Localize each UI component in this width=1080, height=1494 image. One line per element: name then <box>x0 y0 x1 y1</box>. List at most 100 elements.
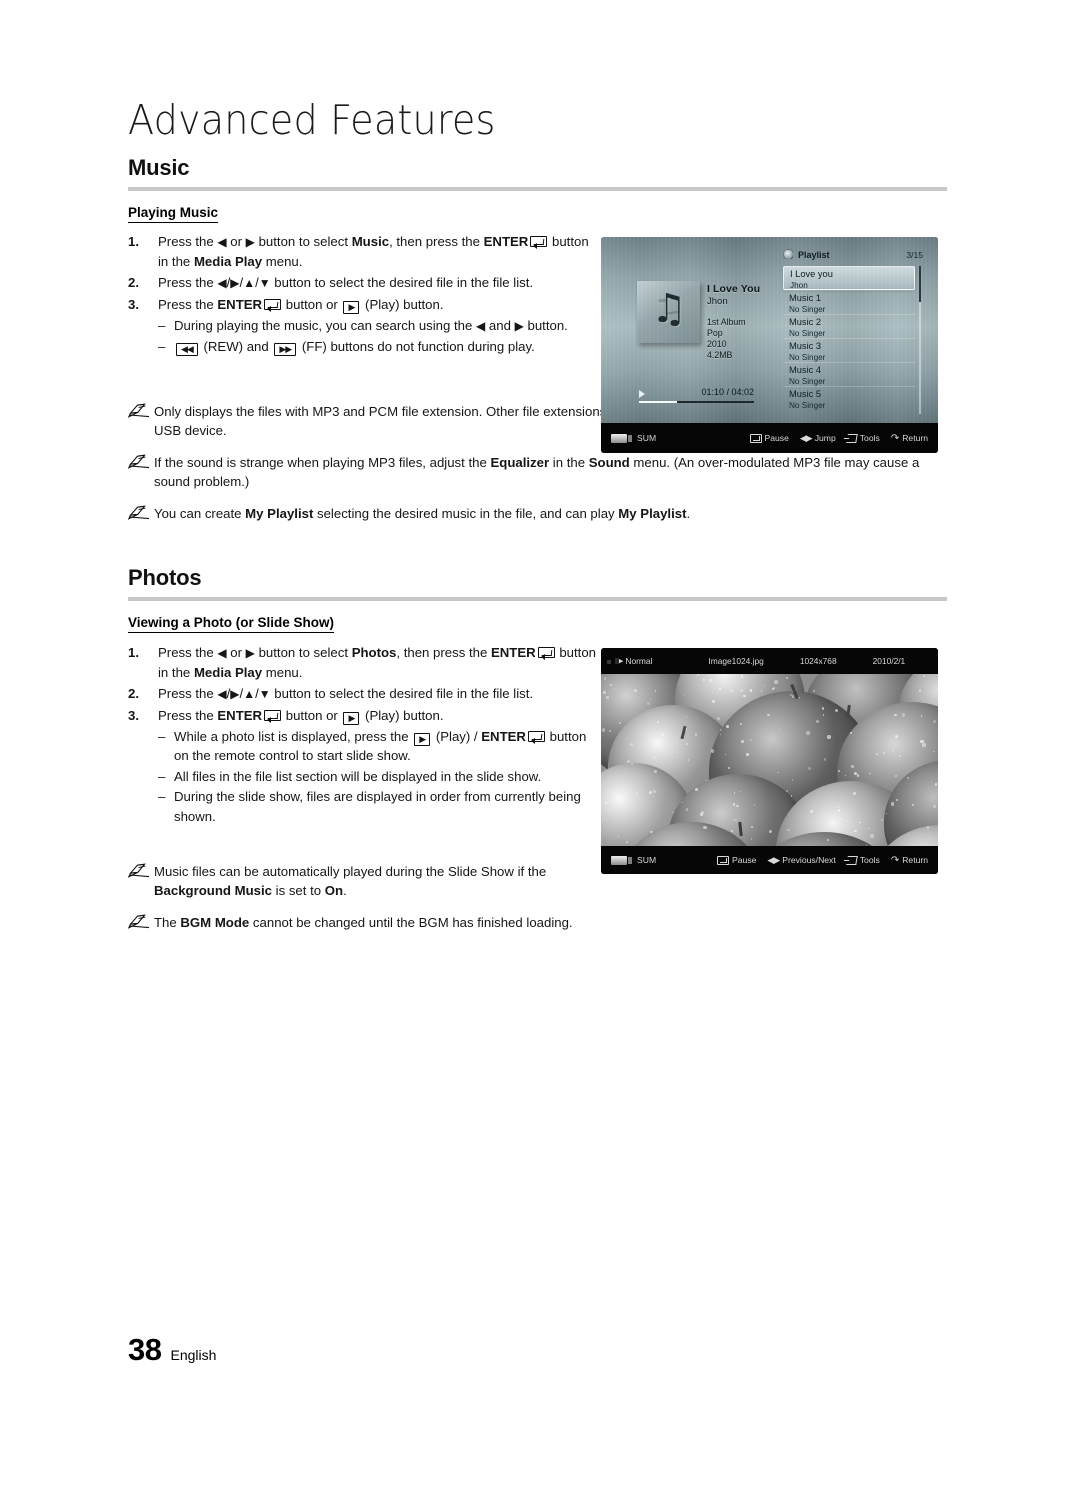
progress-bar[interactable] <box>639 401 754 403</box>
bar-action[interactable]: ◀▶ Jump <box>800 433 836 444</box>
pencil-note-icon <box>128 403 150 418</box>
note-item: If the sound is strange when playing MP3… <box>128 453 948 492</box>
step-number: 3. <box>128 296 139 312</box>
playlist-item-artist: Jhon <box>790 281 808 290</box>
usb-source-label: SUM <box>637 855 657 865</box>
playlist-label: Playlist <box>798 249 830 260</box>
water-droplet <box>654 770 657 773</box>
note-text: Music files can be automatically played … <box>154 864 547 899</box>
water-droplet <box>807 766 811 770</box>
bar-action-label: Pause <box>732 855 757 865</box>
water-droplet <box>676 751 678 753</box>
page-footer: 38 English <box>128 1332 216 1368</box>
enter-icon <box>717 855 730 865</box>
water-droplet <box>898 755 901 757</box>
photo-image <box>601 674 938 846</box>
bar-action[interactable]: Tools <box>845 855 880 865</box>
sub-bullet-text: During the slide show, files are display… <box>174 789 581 824</box>
bar-action[interactable]: Pause <box>717 855 756 865</box>
emphasis: ENTER <box>217 707 263 723</box>
play-key-icon: ▶ <box>414 733 431 747</box>
water-droplet <box>710 749 715 753</box>
water-droplet <box>791 795 793 797</box>
photo-steps-list: 1. Press the ◀ or ▶ button to select Phot… <box>128 643 598 827</box>
enter-key-icon <box>530 236 548 250</box>
instruction-step: 3. Press the ENTER button or ▶ (Play) but… <box>128 706 598 725</box>
note-item: The BGM Mode cannot be changed until the… <box>128 913 598 932</box>
enter-key-icon <box>527 731 545 745</box>
section-divider-photos <box>128 597 947 601</box>
bar-action[interactable]: Tools <box>845 433 880 443</box>
note-text: The BGM Mode cannot be changed until the… <box>154 914 573 930</box>
water-droplet <box>626 759 630 763</box>
playlist-item-artist: No Singer <box>789 329 826 338</box>
bar-action[interactable]: Pause <box>749 433 789 443</box>
water-droplet <box>837 809 841 812</box>
bar-action[interactable]: ↷ Return <box>891 855 928 866</box>
water-droplet <box>720 713 723 715</box>
playlist-item[interactable]: Music 3 No Singer <box>783 338 915 362</box>
playlist-item[interactable]: Music 5 No Singer <box>783 386 915 410</box>
return-icon: ↷ <box>890 854 900 866</box>
sub-bullet: – During playing the music, you can searc… <box>158 316 598 336</box>
rewind-key-icon: ◀◀ <box>176 342 198 356</box>
step-text: Press the ◀/▶/▲/▼ button to select the d… <box>158 686 534 702</box>
music-stage: ♫ ♫ I Love You Jhon 1st Album Pop 2010 4… <box>601 237 938 423</box>
sub-bullet-text: While a photo list is displayed, press t… <box>174 729 587 764</box>
music-note-reflection-icon: ♫ <box>651 293 687 319</box>
tools-icon <box>845 433 858 443</box>
water-droplet <box>933 750 935 753</box>
water-droplet <box>870 834 874 838</box>
music-bar-actions: Pause ◀▶ Jump Tools ↷ Return <box>749 433 928 444</box>
water-droplet <box>605 802 607 804</box>
emphasis: ENTER <box>490 645 536 660</box>
play-indicator-icon <box>639 390 645 398</box>
photo-date: 2010/2/1 <box>872 656 906 666</box>
water-droplet <box>719 729 722 731</box>
playlist-item[interactable]: Music 4 No Singer <box>783 362 915 386</box>
sub-bullet: – All files in the file list section will… <box>158 767 598 786</box>
emphasis: My Playlist <box>618 505 687 521</box>
photo-notes-list: Music files can be automatically played … <box>128 862 598 944</box>
emphasis: Media Play <box>193 664 263 680</box>
arrow-left-icon: ◀ <box>217 646 227 660</box>
bar-action[interactable]: ↷ Return <box>891 433 928 444</box>
music-player-screenshot: ♫ ♫ I Love You Jhon 1st Album Pop 2010 4… <box>601 237 938 453</box>
playlist-item-title: Music 2 <box>789 317 822 327</box>
water-droplet <box>708 678 712 682</box>
playback-time: 01:10 / 04:02 <box>701 387 754 397</box>
water-droplet <box>685 808 688 811</box>
water-droplet <box>634 689 637 692</box>
water-droplet <box>602 690 607 694</box>
arrow-left-icon: ◀ <box>217 235 227 249</box>
pencil-icon <box>128 504 154 523</box>
water-droplet <box>923 675 925 677</box>
water-droplet <box>894 713 897 717</box>
emphasis: Photos <box>351 645 397 660</box>
track-genre: Pop <box>707 327 723 338</box>
water-droplet <box>813 689 816 692</box>
track-album: 1st Album <box>707 316 746 327</box>
step-number: 2. <box>128 275 139 291</box>
playlist-item[interactable]: Music 2 No Singer <box>783 314 915 338</box>
water-droplet <box>750 838 752 840</box>
water-droplet <box>806 731 810 735</box>
emphasis: Background Music <box>154 883 272 899</box>
bar-action-label: Jump <box>814 433 836 443</box>
sub-bullet: – While a photo list is displayed, press … <box>158 727 598 766</box>
water-droplet <box>906 777 909 779</box>
instruction-step: 2. Press the ◀/▶/▲/▼ button to select the… <box>128 684 598 704</box>
pencil-note-icon <box>128 914 150 929</box>
playlist-item[interactable]: I Love you Jhon <box>783 266 915 290</box>
water-droplet <box>846 820 848 822</box>
water-droplet <box>683 694 685 696</box>
water-droplet <box>743 694 746 698</box>
note-text: You can create My Playlist selecting the… <box>154 505 691 521</box>
playlist-scrollbar[interactable] <box>919 266 921 414</box>
arrow-left-icon: ◀ <box>217 687 227 702</box>
water-droplet <box>749 689 753 692</box>
playlist-item[interactable]: Music 1 No Singer <box>783 290 915 314</box>
playlist-count: 3/15 <box>906 249 923 260</box>
bar-action[interactable]: ◀▶ Previous/Next <box>767 855 835 866</box>
water-droplet <box>787 828 790 831</box>
